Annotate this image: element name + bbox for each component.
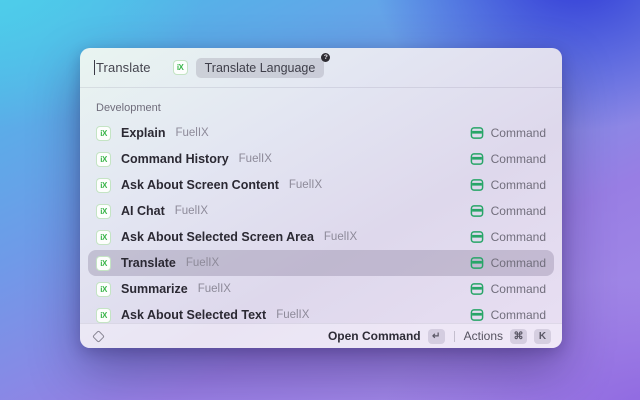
- command-type-label: Command: [491, 256, 546, 270]
- list-item[interactable]: iX Summarize FuelIX Command: [88, 276, 554, 302]
- list-item[interactable]: iX Ask About Selected Text FuelIX Comman…: [88, 302, 554, 323]
- command-title: Command History: [121, 152, 229, 166]
- command-list: Development iX Explain FuelIX Command iX…: [80, 88, 562, 323]
- command-type-label: Command: [491, 178, 546, 192]
- command-subtitle: FuelIX: [186, 257, 219, 269]
- help-badge[interactable]: ?: [321, 53, 330, 62]
- fuelix-icon: iX: [96, 308, 111, 323]
- command-title: Summarize: [121, 282, 188, 296]
- command-type-label: Command: [491, 282, 546, 296]
- command-type-label: Command: [491, 152, 546, 166]
- rows-container: iX Explain FuelIX Command iX Command His…: [88, 120, 554, 323]
- cmd-key-badge: ⌘: [510, 329, 527, 344]
- command-subtitle: FuelIX: [289, 179, 322, 191]
- fuelix-icon: iX: [96, 178, 111, 193]
- command-window-icon: [470, 178, 484, 192]
- tag-label: Translate Language: [196, 58, 325, 78]
- fuelix-icon: iX: [173, 60, 188, 75]
- extension-diamond-icon: [92, 330, 105, 343]
- list-item[interactable]: iX Command History FuelIX Command: [88, 146, 554, 172]
- fuelix-icon: iX: [96, 230, 111, 245]
- list-item[interactable]: iX Ask About Selected Screen Area FuelIX…: [88, 224, 554, 250]
- command-subtitle: FuelIX: [198, 283, 231, 295]
- k-key-badge: K: [534, 329, 551, 344]
- fuelix-icon: iX: [96, 256, 111, 271]
- command-subtitle: FuelIX: [324, 231, 357, 243]
- desktop-background: Translate iX Translate Language ? Develo…: [0, 0, 640, 400]
- section-header: Development: [88, 96, 554, 120]
- search-bar[interactable]: Translate iX Translate Language ?: [80, 48, 562, 88]
- actions-button[interactable]: Actions: [464, 329, 503, 343]
- footer-separator: [454, 331, 455, 342]
- command-window-icon: [470, 308, 484, 322]
- command-subtitle: FuelIX: [276, 309, 309, 321]
- command-subtitle: FuelIX: [175, 127, 208, 139]
- command-type-label: Command: [491, 126, 546, 140]
- text-caret: [94, 60, 95, 75]
- list-item[interactable]: iX AI Chat FuelIX Command: [88, 198, 554, 224]
- open-command-button[interactable]: Open Command: [328, 329, 421, 343]
- fuelix-icon: iX: [96, 126, 111, 141]
- command-window-icon: [470, 282, 484, 296]
- command-title: Ask About Selected Screen Area: [121, 230, 314, 244]
- translate-language-tag[interactable]: Translate Language ?: [196, 58, 325, 78]
- command-window-icon: [470, 152, 484, 166]
- enter-key-badge: ↵: [428, 329, 445, 344]
- list-item[interactable]: iX Explain FuelIX Command: [88, 120, 554, 146]
- command-window-icon: [470, 256, 484, 270]
- command-type-label: Command: [491, 308, 546, 322]
- command-palette-window: Translate iX Translate Language ? Develo…: [80, 48, 562, 348]
- command-type-label: Command: [491, 204, 546, 218]
- command-title: Ask About Screen Content: [121, 178, 279, 192]
- command-title: Explain: [121, 126, 165, 140]
- fuelix-icon: iX: [96, 282, 111, 297]
- fuelix-icon: iX: [96, 152, 111, 167]
- command-window-icon: [470, 126, 484, 140]
- search-input[interactable]: Translate: [96, 60, 151, 75]
- command-window-icon: [470, 230, 484, 244]
- command-subtitle: FuelIX: [239, 153, 272, 165]
- command-title: AI Chat: [121, 204, 165, 218]
- list-item[interactable]: iX Ask About Screen Content FuelIX Comma…: [88, 172, 554, 198]
- command-title: Ask About Selected Text: [121, 308, 266, 322]
- footer-bar: Open Command ↵ Actions ⌘ K: [80, 323, 562, 348]
- command-type-label: Command: [491, 230, 546, 244]
- command-subtitle: FuelIX: [175, 205, 208, 217]
- command-title: Translate: [121, 256, 176, 270]
- command-window-icon: [470, 204, 484, 218]
- list-item[interactable]: iX Translate FuelIX Command: [88, 250, 554, 276]
- fuelix-icon: iX: [96, 204, 111, 219]
- footer-actions: Open Command ↵ Actions ⌘ K: [328, 329, 551, 344]
